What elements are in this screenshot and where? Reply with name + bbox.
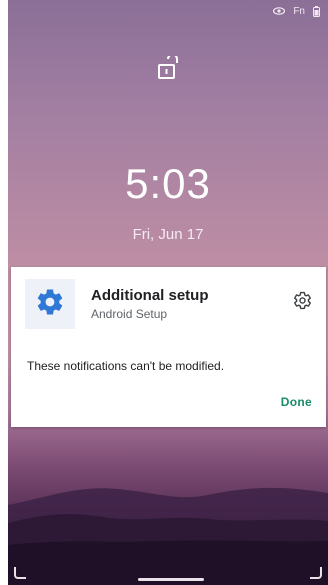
eye-icon <box>273 7 286 15</box>
corner-left <box>14 567 26 579</box>
notification-message: These notifications can't be modified. <box>27 359 225 373</box>
clock-time: 5:03 <box>125 160 211 207</box>
gear-outline-icon <box>293 291 312 315</box>
fn-icon: Fn <box>293 5 305 17</box>
clock-date: Fri, Jun 17 <box>132 226 204 243</box>
notification-card[interactable]: Additional setup Android Setup These not… <box>11 267 326 427</box>
gear-icon <box>35 287 65 322</box>
done-button[interactable]: Done <box>281 395 312 409</box>
mountain-wallpaper <box>8 487 328 585</box>
app-icon <box>25 279 75 329</box>
lock-screen: Fn 5:03 Fri, Jun 17 Additional setup And… <box>8 0 328 585</box>
status-bar: Fn <box>8 0 328 22</box>
home-indicator[interactable] <box>138 578 204 581</box>
battery-icon <box>313 5 320 17</box>
unlocked-padlock-icon[interactable] <box>157 53 179 85</box>
notification-title: Additional setup <box>91 287 209 304</box>
corner-right <box>310 567 322 579</box>
notification-settings-button[interactable] <box>292 291 312 315</box>
notification-subtitle: Android Setup <box>91 307 168 321</box>
